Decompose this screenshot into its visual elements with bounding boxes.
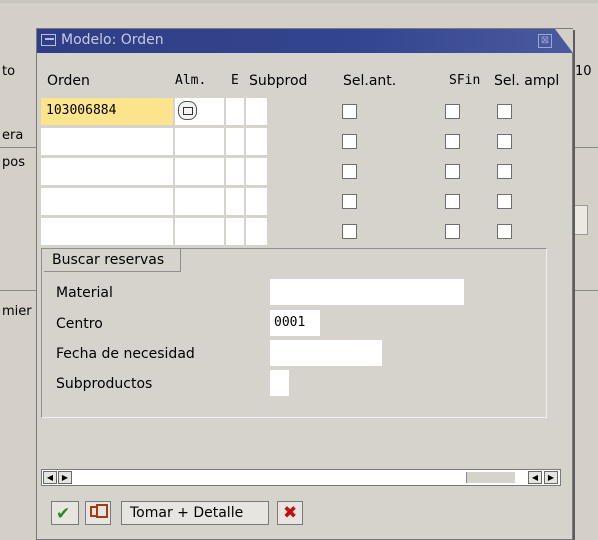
background-divider — [572, 147, 598, 148]
sel-ant-checkbox[interactable] — [342, 134, 357, 149]
background-label-10: 10 — [575, 64, 592, 79]
scroll-thumb[interactable] — [466, 472, 515, 483]
sel-ampl-checkbox[interactable] — [497, 134, 512, 149]
centro-field[interactable]: 0001 — [270, 310, 320, 336]
sel-ampl-checkbox[interactable] — [497, 104, 512, 119]
sel-ampl-checkbox[interactable] — [497, 224, 512, 239]
orden-cell[interactable]: 103006884 — [41, 98, 173, 125]
background-label-pos: pos — [2, 155, 25, 170]
cancel-icon: ✖ — [283, 503, 298, 523]
centro-value: 0001 — [274, 315, 306, 330]
orden-value: 103006884 — [46, 103, 117, 118]
subprod-cell[interactable] — [246, 188, 267, 215]
sel-ant-checkbox[interactable] — [342, 164, 357, 179]
background-label-to: to — [2, 64, 16, 79]
almacen-cell[interactable] — [175, 188, 224, 215]
sel-ampl-checkbox[interactable] — [497, 164, 512, 179]
material-field[interactable] — [270, 279, 464, 305]
title-bar-corner — [555, 29, 573, 53]
copy-button[interactable] — [85, 501, 111, 525]
background-label-mier: mier — [2, 304, 32, 319]
sfin-checkbox[interactable] — [445, 194, 460, 209]
column-header-orden: Orden — [47, 73, 90, 89]
horizontal-scrollbar[interactable]: ◀ ▶ ◀ ▶ — [41, 469, 561, 486]
sel-ampl-checkbox[interactable] — [497, 194, 512, 209]
table-row — [41, 217, 267, 247]
fecha-necesidad-field[interactable] — [270, 340, 382, 366]
table-row — [41, 187, 267, 217]
e-cell[interactable] — [226, 158, 244, 185]
sel-ant-checkbox[interactable] — [342, 194, 357, 209]
window-icon — [41, 34, 56, 46]
subproductos-label: Subproductos — [56, 376, 153, 392]
almacen-cell[interactable] — [175, 128, 224, 155]
group-title: Buscar reservas — [44, 249, 182, 272]
scroll-page-right-icon[interactable]: ▶ — [544, 471, 558, 484]
e-cell[interactable] — [226, 128, 244, 155]
orden-cell[interactable] — [41, 188, 173, 215]
background-label-era: era — [2, 128, 24, 143]
subprod-cell[interactable] — [246, 128, 267, 155]
scroll-left-icon[interactable]: ◀ — [43, 471, 57, 484]
background-top-line — [0, 0, 598, 3]
buscar-reservas-group: Buscar reservas Material Centro 0001 Fec… — [41, 248, 547, 418]
orden-cell[interactable] — [41, 128, 173, 155]
tomar-detalle-label: Tomar + Detalle — [130, 505, 244, 521]
background-field — [572, 205, 588, 235]
table-row — [41, 157, 267, 187]
subprod-cell[interactable] — [246, 98, 267, 125]
almacen-cell[interactable] — [175, 218, 224, 245]
fecha-necesidad-label: Fecha de necesidad — [56, 346, 195, 362]
close-icon[interactable]: ⊠ — [538, 34, 552, 48]
sel-ant-checkbox[interactable] — [342, 104, 357, 119]
column-header-sfin: SFin — [449, 73, 481, 88]
sfin-checkbox[interactable] — [445, 164, 460, 179]
modelo-orden-dialog: Modelo: Orden ⊠ Orden Alm. E Subprod Sel… — [36, 28, 573, 540]
table-row — [41, 127, 267, 157]
sfin-checkbox[interactable] — [445, 224, 460, 239]
subprod-cell[interactable] — [246, 158, 267, 185]
material-label: Material — [56, 285, 113, 301]
column-header-sel-ant: Sel.ant. — [343, 73, 397, 89]
e-cell[interactable] — [226, 98, 244, 125]
e-cell[interactable] — [226, 188, 244, 215]
orden-cell[interactable] — [41, 158, 173, 185]
cancel-button[interactable]: ✖ — [277, 501, 303, 525]
column-header-alm: Alm. — [175, 73, 207, 88]
order-table: 103006884 — [41, 97, 267, 247]
centro-label: Centro — [56, 316, 103, 332]
background-divider — [0, 290, 36, 291]
subproductos-field[interactable] — [270, 370, 289, 396]
orden-cell[interactable] — [41, 218, 173, 245]
background-divider — [0, 147, 36, 148]
column-header-sel-ampl: Sel. ampl — [494, 73, 560, 89]
subprod-cell[interactable] — [246, 218, 267, 245]
sel-ant-checkbox[interactable] — [342, 224, 357, 239]
almacen-cell[interactable] — [175, 98, 224, 125]
background-divider — [572, 290, 598, 291]
e-cell[interactable] — [226, 218, 244, 245]
column-header-subprod: Subprod — [249, 73, 308, 89]
tomar-detalle-button[interactable]: Tomar + Detalle — [121, 501, 269, 525]
scroll-page-left-icon[interactable]: ◀ — [528, 471, 542, 484]
scroll-right-icon[interactable]: ▶ — [58, 471, 72, 484]
sfin-checkbox[interactable] — [445, 134, 460, 149]
lookup-icon[interactable] — [178, 101, 197, 120]
column-header-e: E — [231, 73, 239, 88]
check-icon: ✔ — [56, 504, 71, 524]
confirm-button[interactable]: ✔ — [51, 501, 79, 525]
dialog-title-bar[interactable]: Modelo: Orden ⊠ — [37, 29, 573, 53]
dialog-title: Modelo: Orden — [61, 32, 164, 48]
table-row: 103006884 — [41, 97, 267, 127]
almacen-cell[interactable] — [175, 158, 224, 185]
copy-icon — [90, 504, 108, 518]
sfin-checkbox[interactable] — [445, 104, 460, 119]
